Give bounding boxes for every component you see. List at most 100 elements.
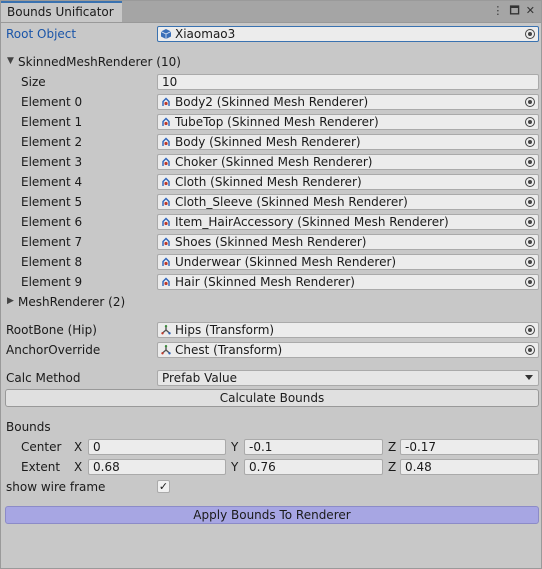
axis-x-label: X xyxy=(74,440,83,454)
skinned-mesh-renderer-icon xyxy=(162,137,170,146)
element-label: Element 9 xyxy=(21,275,83,289)
object-picker-icon[interactable] xyxy=(525,97,535,107)
rootbone-row: RootBone (Hip) Hips (Transform) xyxy=(1,320,541,340)
extent-x-field[interactable]: 0.68 xyxy=(88,459,226,475)
wireframe-row: show wire frame ✓ xyxy=(1,477,541,497)
element-value: Cloth (Skinned Mesh Renderer) xyxy=(175,175,362,189)
element-field[interactable]: Cloth_Sleeve (Skinned Mesh Renderer) xyxy=(157,194,539,210)
close-icon[interactable]: ✕ xyxy=(526,4,535,18)
skinned-mesh-renderer-icon xyxy=(162,197,170,206)
center-z-field[interactable]: -0.17 xyxy=(400,439,539,455)
transform-icon xyxy=(161,345,171,355)
extent-y-field[interactable]: 0.76 xyxy=(244,459,383,475)
wireframe-checkbox[interactable]: ✓ xyxy=(157,480,170,493)
axis-z-label: Z xyxy=(388,460,397,474)
element-row: Element 7 Shoes (Skinned Mesh Renderer) xyxy=(1,232,541,252)
element-value: Cloth_Sleeve (Skinned Mesh Renderer) xyxy=(175,195,408,209)
rootbone-field[interactable]: Hips (Transform) xyxy=(157,322,539,338)
element-value: Shoes (Skinned Mesh Renderer) xyxy=(175,235,367,249)
apply-bounds-button[interactable]: Apply Bounds To Renderer xyxy=(5,506,539,524)
element-value: Choker (Skinned Mesh Renderer) xyxy=(175,155,373,169)
calculate-bounds-button[interactable]: Calculate Bounds xyxy=(5,389,539,407)
calc-method-row: Calc Method Prefab Value xyxy=(1,368,541,388)
transform-icon xyxy=(161,325,171,335)
skinned-mesh-renderer-icon xyxy=(162,257,170,266)
element-field[interactable]: Body2 (Skinned Mesh Renderer) xyxy=(157,94,539,110)
element-value: Body2 (Skinned Mesh Renderer) xyxy=(175,95,369,109)
mesh-foldout-label: MeshRenderer (2) xyxy=(18,295,126,309)
object-picker-icon[interactable] xyxy=(525,325,535,335)
object-picker-icon[interactable] xyxy=(525,117,535,127)
size-field[interactable]: 10 xyxy=(157,74,539,90)
center-x-field[interactable]: 0 xyxy=(88,439,226,455)
element-label: Element 8 xyxy=(21,255,83,269)
skinned-foldout[interactable]: ▼ SkinnedMeshRenderer (10) xyxy=(1,52,541,72)
element-field[interactable]: Underwear (Skinned Mesh Renderer) xyxy=(157,254,539,270)
anchor-value: Chest (Transform) xyxy=(175,343,283,357)
mesh-foldout[interactable]: ▶ MeshRenderer (2) xyxy=(1,292,541,312)
axis-x-label: X xyxy=(74,460,83,474)
skinned-mesh-renderer-icon xyxy=(162,237,170,246)
calculate-row: Calculate Bounds xyxy=(1,388,541,408)
tab-bounds-unificator[interactable]: Bounds Unificator xyxy=(1,1,122,22)
element-value: TubeTop (Skinned Mesh Renderer) xyxy=(175,115,379,129)
object-picker-icon[interactable] xyxy=(525,277,535,287)
element-value: Underwear (Skinned Mesh Renderer) xyxy=(175,255,397,269)
element-label: Element 0 xyxy=(21,95,83,109)
element-label: Element 5 xyxy=(21,195,83,209)
skinned-mesh-renderer-icon xyxy=(162,97,170,106)
anchor-row: AnchorOverride Chest (Transform) xyxy=(1,340,541,360)
object-picker-icon[interactable] xyxy=(525,137,535,147)
skinned-mesh-renderer-icon xyxy=(162,277,170,286)
element-field[interactable]: Body (Skinned Mesh Renderer) xyxy=(157,134,539,150)
anchor-label: AnchorOverride xyxy=(6,343,101,357)
root-object-label: Root Object xyxy=(6,27,77,41)
object-picker-icon[interactable] xyxy=(525,345,535,355)
element-field[interactable]: Choker (Skinned Mesh Renderer) xyxy=(157,154,539,170)
axis-y-label: Y xyxy=(231,440,239,454)
skinned-mesh-renderer-icon xyxy=(162,157,170,166)
foldout-collapsed-icon[interactable]: ▶ xyxy=(7,296,14,306)
dropdown-arrow-icon xyxy=(525,375,533,380)
element-field[interactable]: Hair (Skinned Mesh Renderer) xyxy=(157,274,539,290)
element-field[interactable]: Cloth (Skinned Mesh Renderer) xyxy=(157,174,539,190)
element-row: Element 5 Cloth_Sleeve (Skinned Mesh Rend… xyxy=(1,192,541,212)
center-label: Center xyxy=(21,440,62,454)
element-field[interactable]: TubeTop (Skinned Mesh Renderer) xyxy=(157,114,539,130)
calc-method-label: Calc Method xyxy=(6,371,81,385)
object-picker-icon[interactable] xyxy=(525,197,535,207)
root-object-field[interactable]: Xiaomao3 xyxy=(157,26,539,42)
anchor-field[interactable]: Chest (Transform) xyxy=(157,342,539,358)
object-picker-icon[interactable] xyxy=(525,177,535,187)
element-row: Element 1 TubeTop (Skinned Mesh Renderer) xyxy=(1,112,541,132)
element-field[interactable]: Item_HairAccessory (Skinned Mesh Rendere… xyxy=(157,214,539,230)
element-value: Item_HairAccessory (Skinned Mesh Rendere… xyxy=(175,215,449,229)
calc-method-value: Prefab Value xyxy=(162,371,238,385)
center-y-field[interactable]: -0.1 xyxy=(244,439,383,455)
object-picker-icon[interactable] xyxy=(525,257,535,267)
bounds-row: Bounds xyxy=(1,417,541,437)
element-field[interactable]: Shoes (Skinned Mesh Renderer) xyxy=(157,234,539,250)
calc-method-dropdown[interactable]: Prefab Value xyxy=(157,370,539,386)
rootbone-label: RootBone (Hip) xyxy=(6,323,97,337)
apply-row: Apply Bounds To Renderer xyxy=(1,505,541,525)
element-label: Element 7 xyxy=(21,235,83,249)
element-row: Element 0 Body2 (Skinned Mesh Renderer) xyxy=(1,92,541,112)
maximize-icon[interactable]: 🗖 xyxy=(509,4,519,18)
root-object-row: Root Object Xiaomao3 xyxy=(1,24,541,44)
bounds-unificator-window: Bounds Unificator ⋮ 🗖 ✕ Root Object Xiao… xyxy=(0,0,542,569)
object-picker-icon[interactable] xyxy=(525,237,535,247)
wireframe-label: show wire frame xyxy=(6,480,106,494)
object-picker-icon[interactable] xyxy=(525,157,535,167)
object-picker-icon[interactable] xyxy=(525,217,535,227)
extent-z-field[interactable]: 0.48 xyxy=(400,459,539,475)
object-picker-icon[interactable] xyxy=(525,29,535,39)
gameobject-icon xyxy=(161,29,171,39)
element-row: Element 8 Underwear (Skinned Mesh Rendere… xyxy=(1,252,541,272)
element-label: Element 1 xyxy=(21,115,83,129)
element-row: Element 9 Hair (Skinned Mesh Renderer) xyxy=(1,272,541,292)
tab-bar: Bounds Unificator ⋮ 🗖 ✕ xyxy=(1,1,541,23)
window-controls: ⋮ 🗖 ✕ xyxy=(492,4,535,18)
kebab-icon[interactable]: ⋮ xyxy=(492,4,503,18)
foldout-expanded-icon[interactable]: ▼ xyxy=(7,56,14,66)
